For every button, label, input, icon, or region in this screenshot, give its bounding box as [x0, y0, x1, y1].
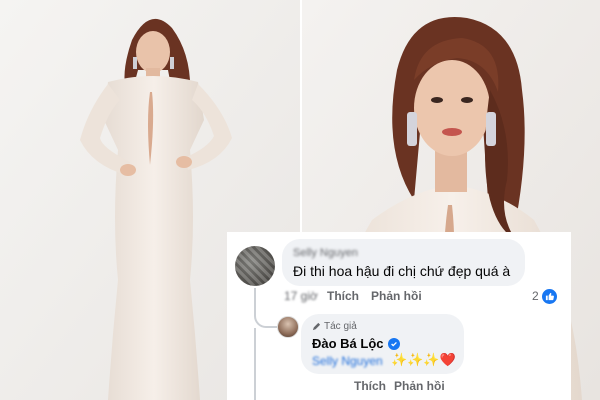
- reply-like-link[interactable]: Thích: [354, 379, 386, 393]
- comment-text: Đi thi hoa hậu đi chị chứ đẹp quá à: [293, 263, 511, 279]
- commenter-avatar[interactable]: [235, 246, 275, 286]
- thumbs-up-icon: [541, 288, 557, 304]
- comment-thread: Selly Nguyen Đi thi hoa hậu đi chị chứ đ…: [227, 232, 571, 400]
- comment-bubble: Selly Nguyen Đi thi hoa hậu đi chị chứ đ…: [282, 239, 525, 286]
- reply-author-name: Đào Bá Lộc: [312, 336, 384, 351]
- thread-connector-vertical: [254, 328, 256, 400]
- reply-emoji: ✨✨✨❤️: [391, 352, 456, 367]
- reaction-count: 2: [532, 289, 539, 303]
- author-badge-label: Tác giả: [324, 321, 357, 332]
- reply-bubble: Tác giả Đào Bá Lộc Selly Nguyen ✨✨✨❤️: [301, 314, 464, 374]
- reply-link[interactable]: Phản hồi: [371, 289, 422, 303]
- composite-image: Selly Nguyen Đi thi hoa hậu đi chị chứ đ…: [0, 0, 600, 400]
- reply-author[interactable]: Đào Bá Lộc: [312, 336, 400, 351]
- reaction-summary[interactable]: 2: [532, 288, 557, 304]
- comment-time[interactable]: 17 giờ: [284, 289, 318, 303]
- verified-badge-icon: [387, 337, 400, 350]
- thread-connector: [254, 288, 278, 328]
- like-link[interactable]: Thích: [327, 289, 359, 303]
- author-avatar[interactable]: [277, 316, 299, 338]
- mention-link[interactable]: Selly Nguyen: [312, 354, 383, 368]
- author-badge: Tác giả: [312, 321, 357, 332]
- pen-icon: [312, 322, 321, 331]
- reply-reply-link[interactable]: Phản hồi: [394, 379, 445, 393]
- commenter-name[interactable]: Selly Nguyen: [293, 247, 358, 259]
